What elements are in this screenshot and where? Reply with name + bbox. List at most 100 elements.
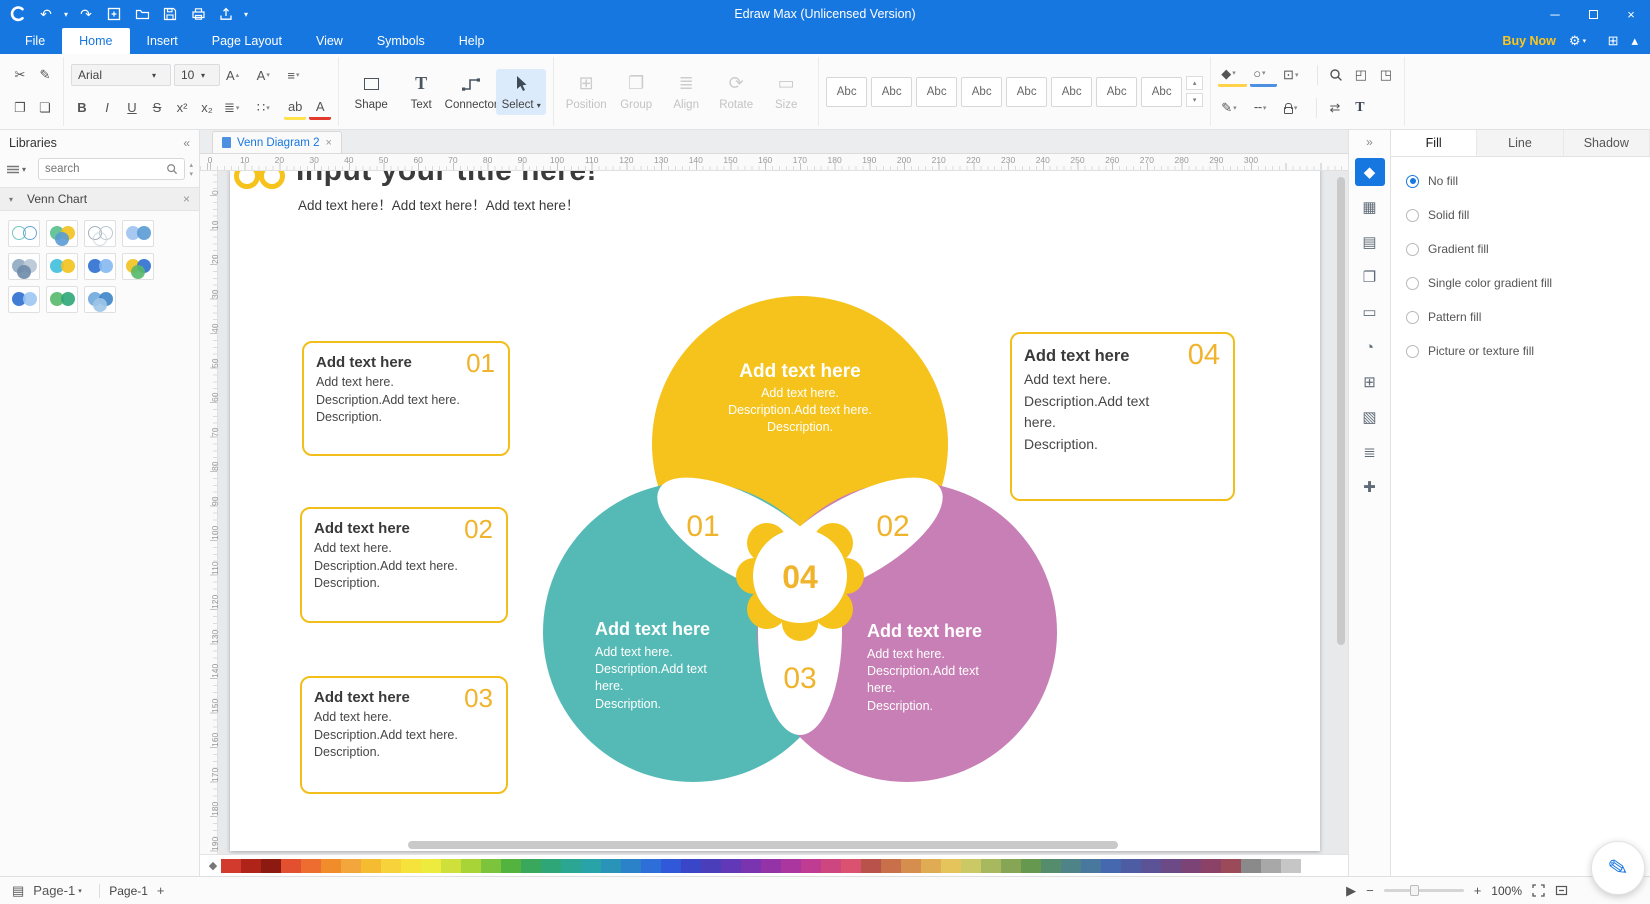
title-logo-shape[interactable] (234, 171, 290, 199)
bring-to-front-button[interactable]: ◰ (1350, 63, 1372, 87)
fill-option-gradient-fill[interactable]: Gradient fill (1406, 242, 1635, 256)
zoom-slider-thumb[interactable] (1409, 885, 1419, 896)
palette-color[interactable] (681, 858, 701, 873)
palette-color[interactable] (761, 858, 781, 873)
copy-button[interactable]: ❐ (9, 96, 31, 120)
library-shape-thumb[interactable] (46, 286, 78, 313)
library-shape-thumb[interactable] (122, 220, 154, 247)
menu-tab-insert[interactable]: Insert (130, 28, 195, 54)
increase-font-button[interactable]: A ▴ (223, 63, 251, 87)
underline-button[interactable]: U (121, 96, 143, 120)
paste-button[interactable]: ❏ (34, 96, 56, 120)
palette-color[interactable] (221, 858, 241, 873)
line-spacing-button[interactable]: ≣ ▾ (221, 96, 251, 120)
fill-option-solid-fill[interactable]: Solid fill (1406, 208, 1635, 222)
format-painter-button[interactable]: ✎ (34, 63, 56, 87)
palette-color[interactable] (1061, 858, 1081, 873)
close-button[interactable]: × (1612, 0, 1650, 28)
text-tool-button[interactable]: T Text (396, 69, 446, 115)
palette-color[interactable] (1261, 858, 1281, 873)
library-shape-thumb[interactable] (46, 220, 78, 247)
palette-color[interactable] (1001, 858, 1021, 873)
floorplan-icon[interactable]: ▧ (1355, 403, 1385, 431)
library-shape-thumb[interactable] (8, 220, 40, 247)
presentation-play-button[interactable]: ▶ (1346, 883, 1356, 899)
library-shape-thumb[interactable] (46, 253, 78, 280)
fullscreen-icon[interactable] (1555, 884, 1568, 897)
close-tab-icon[interactable]: × (325, 137, 331, 149)
fill-color-button[interactable]: ◆ ▾ (1218, 63, 1248, 88)
export-button[interactable] (212, 0, 240, 28)
palette-color[interactable] (321, 858, 341, 873)
bold-button[interactable]: B (71, 96, 93, 120)
palette-color[interactable] (1181, 858, 1201, 873)
palette-color[interactable] (1021, 858, 1041, 873)
palette-color[interactable] (1121, 858, 1141, 873)
app-grid-icon[interactable]: ⊞ (1608, 33, 1619, 49)
palette-color[interactable] (881, 858, 901, 873)
zoom-in-button[interactable]: + (1474, 883, 1482, 898)
palette-color[interactable] (481, 858, 501, 873)
chart-icon[interactable]: ◔ (1355, 333, 1385, 361)
transform-icon[interactable]: ✚ (1355, 473, 1385, 501)
library-shape-thumb[interactable] (122, 253, 154, 280)
zoom-level[interactable]: 100% (1491, 884, 1522, 898)
menu-tab-help[interactable]: Help (442, 28, 502, 54)
palette-color[interactable] (981, 858, 1001, 873)
crop-button[interactable]: ⊡ ▾ (1280, 63, 1310, 87)
palette-color[interactable] (781, 858, 801, 873)
open-file-button[interactable] (128, 0, 156, 28)
page-selector[interactable]: Page-1 ▾ (33, 883, 90, 898)
library-search-box[interactable] (38, 158, 186, 180)
style-preset[interactable]: Abc (871, 76, 913, 107)
line-color-button[interactable]: ○ ▾ (1250, 63, 1278, 88)
decrease-font-button[interactable]: A ▾ (254, 63, 282, 87)
palette-color[interactable] (601, 858, 621, 873)
maximize-button[interactable] (1574, 0, 1612, 28)
callout-box-02[interactable]: Add text here 02 Add text here. Descript… (300, 507, 508, 623)
venn-diagram[interactable]: Add text here Add text here. Description… (518, 281, 1078, 841)
palette-color[interactable] (961, 858, 981, 873)
palette-color[interactable] (1281, 858, 1301, 873)
library-shape-thumb[interactable] (84, 220, 116, 247)
style-preset[interactable]: Abc (916, 76, 958, 107)
palette-color[interactable] (1201, 858, 1221, 873)
note-icon[interactable]: ▭ (1355, 298, 1385, 326)
palette-color[interactable] (401, 858, 421, 873)
menu-tab-home[interactable]: Home (62, 28, 130, 54)
panel-tab-line[interactable]: Line (1477, 130, 1564, 156)
palette-color[interactable] (741, 858, 761, 873)
fill-tool-icon[interactable]: ◆ (1354, 158, 1385, 186)
style-preset[interactable]: Abc (1006, 76, 1048, 107)
menu-tab-page-layout[interactable]: Page Layout (195, 28, 299, 54)
minimize-button[interactable]: ─ (1536, 0, 1574, 28)
gallery-scroll-down-button[interactable]: ▾ (1186, 93, 1204, 107)
close-section-icon[interactable]: × (183, 192, 190, 206)
library-list-icon[interactable]: ▾ (6, 163, 34, 176)
help-assistant-bubble[interactable]: ✎ (1591, 841, 1645, 895)
drawing-page[interactable]: Input your title here! Add text here！Add… (230, 171, 1320, 851)
table-icon[interactable]: ⊞ (1355, 368, 1385, 396)
document-tab[interactable]: Venn Diagram 2 × (212, 131, 342, 153)
superscript-button[interactable]: x² (171, 96, 193, 120)
palette-color[interactable] (621, 858, 641, 873)
palette-color[interactable] (901, 858, 921, 873)
palette-bucket-icon[interactable]: ◆ (205, 859, 221, 872)
palette-color[interactable] (581, 858, 601, 873)
palette-color[interactable] (301, 858, 321, 873)
lock-button[interactable]: ▾ (1281, 96, 1309, 120)
print-button[interactable] (184, 0, 212, 28)
canvas-viewport[interactable]: Input your title here! Add text here！Add… (218, 171, 1348, 854)
style-preset[interactable]: Abc (961, 76, 1003, 107)
symbol-library-icon[interactable]: ▦ (1355, 193, 1385, 221)
text-highlight-button[interactable]: ab (284, 96, 307, 120)
strikethrough-button[interactable]: S (146, 96, 168, 120)
panel-tab-shadow[interactable]: Shadow (1564, 130, 1650, 156)
send-to-back-button[interactable]: ◳ (1375, 63, 1397, 87)
style-preset[interactable]: Abc (1141, 76, 1183, 107)
page-tab[interactable]: Page-1 (109, 884, 148, 898)
palette-color[interactable] (381, 858, 401, 873)
palette-color[interactable] (501, 858, 521, 873)
undo-button[interactable]: ↶ (32, 0, 60, 28)
menu-tab-symbols[interactable]: Symbols (360, 28, 442, 54)
